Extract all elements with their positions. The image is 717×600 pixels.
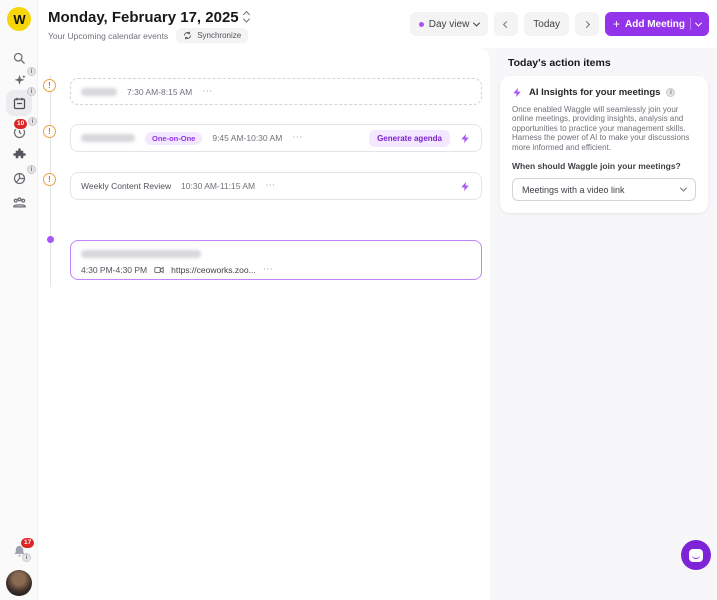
alert-marker-icon[interactable]: ! (43, 125, 56, 138)
prev-day-button[interactable] (494, 12, 518, 36)
event-time: 7:30 AM-8:15 AM (127, 87, 192, 97)
ai-zap-icon[interactable] (460, 181, 471, 192)
user-avatar[interactable] (6, 570, 32, 596)
sync-refresh-icon (183, 31, 192, 40)
page-title: Monday, February 17, 2025 (48, 9, 249, 26)
notifications-count-badge: 17 (20, 537, 35, 549)
event-time: 4:30 PM-4:30 PM (81, 265, 147, 275)
current-event-dot (47, 236, 54, 243)
info-icon[interactable]: i (666, 88, 675, 97)
info-badge[interactable]: i (22, 553, 31, 562)
ai-insights-title: AI Insights for your meetings (529, 87, 660, 98)
date-stepper-icon[interactable] (244, 12, 249, 23)
event-card-active[interactable]: 4:30 PM-4:30 PM https://ceoworks.zoo... … (70, 240, 482, 280)
sidebar: W i i 10 i i 17 i (0, 0, 38, 600)
next-day-button[interactable] (575, 12, 599, 36)
chevron-left-icon (503, 20, 510, 27)
meeting-link[interactable]: https://ceoworks.zoo... (171, 265, 256, 275)
view-color-dot (419, 22, 424, 27)
calendar-day-view: ! ! ! 7:30 AM-8:15 AM ⋯ One-on-One 9:45 … (38, 48, 490, 600)
chat-smile-icon (689, 549, 703, 562)
action-items-heading: Today's action items (508, 57, 611, 69)
view-selector-dropdown[interactable]: Day view (410, 12, 489, 36)
page-header: Monday, February 17, 2025 Your Upcoming … (38, 0, 717, 48)
info-badge[interactable]: i (27, 165, 36, 174)
page-subtitle: Your Upcoming calendar events (48, 31, 168, 41)
ai-insights-description: Once enabled Waggle will seamlessly join… (512, 105, 696, 152)
chevron-down-icon (695, 19, 702, 26)
search-icon[interactable] (9, 48, 29, 68)
chevron-right-icon (583, 20, 590, 27)
ai-insights-card: AI Insights for your meetings i Once ena… (500, 76, 708, 213)
calendar-icon[interactable] (9, 93, 29, 113)
redacted-event-title (81, 250, 201, 258)
event-title: Weekly Content Review (81, 181, 171, 191)
alert-marker-icon[interactable]: ! (43, 173, 56, 186)
alert-marker-icon[interactable]: ! (43, 79, 56, 92)
intercom-chat-button[interactable] (681, 540, 711, 570)
info-badge[interactable]: i (27, 87, 36, 96)
more-options-icon[interactable]: ⋯ (292, 133, 302, 143)
generate-agenda-button[interactable]: Generate agenda (369, 130, 450, 147)
event-type-badge: One-on-One (145, 132, 202, 145)
more-options-icon[interactable]: ⋯ (265, 181, 275, 191)
redacted-event-title (81, 134, 135, 142)
team-icon[interactable] (9, 192, 29, 212)
waggle-logo[interactable]: W (7, 7, 31, 31)
ai-join-question: When should Waggle join your meetings? (512, 161, 696, 171)
plus-icon: + (613, 17, 620, 31)
event-time: 10:30 AM-11:15 AM (181, 181, 255, 191)
event-time: 9:45 AM-10:30 AM (212, 133, 282, 143)
info-badge[interactable]: i (27, 67, 36, 76)
synchronize-button[interactable]: Synchronize (176, 28, 248, 43)
meeting-join-select[interactable]: Meetings with a video link (512, 178, 696, 201)
video-camera-icon (154, 265, 164, 275)
event-card[interactable]: Weekly Content Review 10:30 AM-11:15 AM … (70, 172, 482, 200)
date-title: Monday, February 17, 2025 (48, 9, 239, 26)
reports-pie-icon[interactable] (9, 168, 29, 188)
ai-zap-icon (512, 87, 523, 98)
action-items-panel: Today's action items AI Insights for you… (480, 48, 717, 600)
integrations-puzzle-icon[interactable] (9, 144, 29, 164)
add-meeting-button[interactable]: + Add Meeting (605, 12, 709, 36)
ai-zap-icon[interactable] (460, 133, 471, 144)
select-value: Meetings with a video link (522, 185, 625, 195)
event-card[interactable]: 7:30 AM-8:15 AM ⋯ (70, 78, 482, 105)
more-options-icon[interactable]: ⋯ (202, 87, 212, 97)
button-divider (690, 18, 691, 30)
clock-count-badge: 10 (13, 118, 28, 130)
today-button[interactable]: Today (524, 12, 569, 36)
redacted-event-title (81, 88, 117, 96)
more-options-icon[interactable]: ⋯ (263, 265, 273, 275)
chevron-down-icon (473, 19, 480, 26)
event-card[interactable]: One-on-One 9:45 AM-10:30 AM ⋯ Generate a… (70, 124, 482, 152)
chevron-down-icon (680, 185, 687, 192)
ai-sparkles-icon[interactable] (9, 70, 29, 90)
info-badge[interactable]: i (28, 117, 37, 126)
